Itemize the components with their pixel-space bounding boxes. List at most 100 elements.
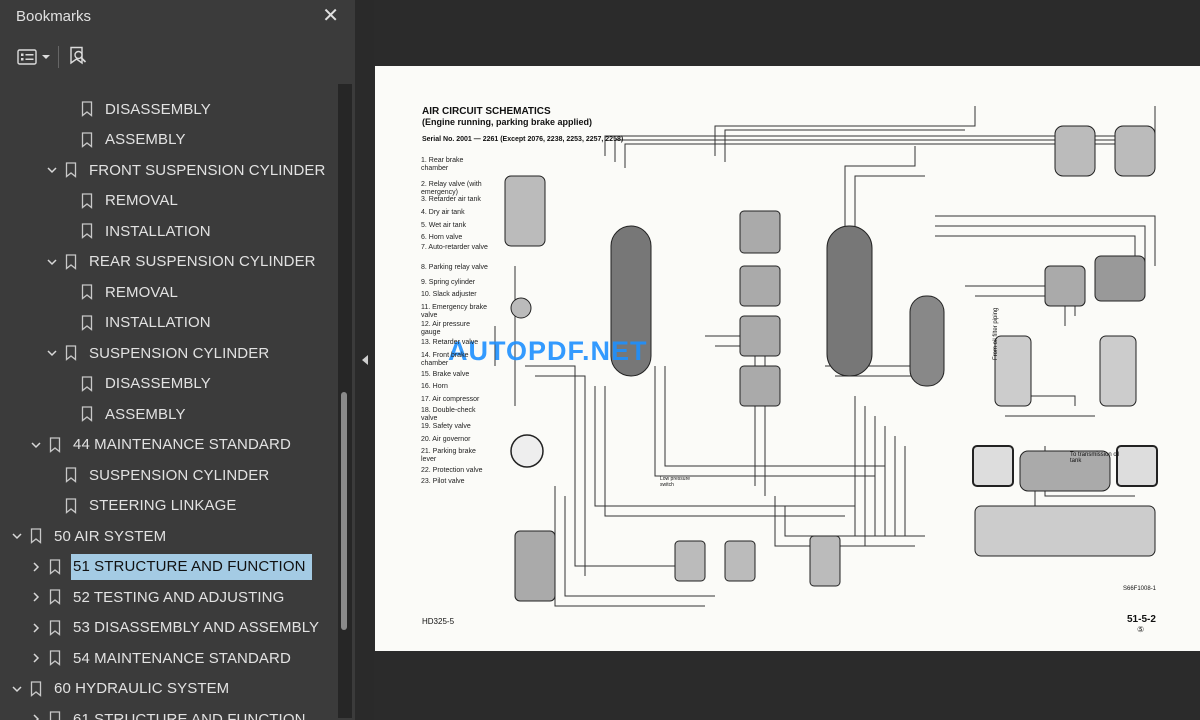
bookmark-row[interactable]: 61 STRUCTURE AND FUNCTION: [0, 705, 336, 720]
bookmark-row[interactable]: 44 MAINTENANCE STANDARD: [0, 431, 336, 459]
close-icon[interactable]: ✕: [322, 4, 339, 28]
bookmarks-toolbar: [0, 38, 355, 78]
legend-item: 9. Spring cylinder: [421, 279, 476, 286]
bookmark-row[interactable]: REMOVAL: [0, 278, 336, 306]
bookmark-row[interactable]: 54 MAINTENANCE STANDARD: [0, 644, 336, 672]
bookmark-icon: [30, 680, 44, 698]
legend-item: 7. Auto-retarder valve: [421, 244, 488, 251]
chevron-down-icon[interactable]: [45, 346, 59, 360]
chevron-down-icon[interactable]: [45, 255, 59, 269]
legend-item: 14. Front brake chamber: [421, 352, 469, 367]
bookmark-row[interactable]: SUSPENSION CYLINDER: [0, 339, 336, 367]
bookmark-row[interactable]: 51 STRUCTURE AND FUNCTION: [0, 553, 336, 581]
bookmark-row[interactable]: DISASSEMBLY: [0, 370, 336, 398]
bookmark-icon: [65, 253, 79, 271]
bookmark-label: INSTALLATION: [105, 222, 211, 240]
bookmark-options-button[interactable]: [16, 44, 51, 70]
legend-item: 18. Double-check valve: [421, 407, 476, 422]
bookmark-row[interactable]: 60 HYDRAULIC SYSTEM: [0, 675, 336, 703]
doc-serial: Serial No. 2001 — 2261 (Except 2076, 223…: [422, 136, 624, 143]
legend-item: 3. Retarder air tank: [421, 196, 481, 203]
bookmark-row[interactable]: ASSEMBLY: [0, 126, 336, 154]
bookmark-row[interactable]: INSTALLATION: [0, 309, 336, 337]
bookmark-label: INSTALLATION: [105, 314, 211, 331]
bookmark-row[interactable]: DISASSEMBLY: [0, 95, 336, 123]
note-low-pressure: Low pressure switch: [660, 476, 691, 488]
page-number: 51-5-2: [1127, 614, 1156, 625]
bookmark-row[interactable]: 53 DISASSEMBLY AND ASSEMBLY: [0, 614, 336, 642]
bookmark-icon: [65, 344, 79, 362]
doc-subtitle: (Engine running, parking brake applied): [422, 117, 593, 127]
scrollbar-thumb[interactable]: [341, 392, 347, 630]
chevron-right-icon[interactable]: [29, 621, 43, 635]
legend-item: 11. Emergency brake valve: [421, 304, 488, 319]
bookmarks-panel: Bookmarks ✕ DISASSEMBLY ASSEMBLY FRONT S…: [0, 0, 355, 720]
legend-item: 17. Air compressor: [421, 396, 480, 403]
chevron-down-icon[interactable]: [10, 529, 24, 543]
bookmark-icon: [49, 558, 63, 576]
bookmark-label: 44 MAINTENANCE STANDARD: [73, 436, 291, 453]
legend-item: 20. Air governor: [421, 436, 471, 443]
bookmark-label: FRONT SUSPENSION CYLINDER: [89, 161, 326, 179]
bookmark-row[interactable]: FRONT SUSPENSION CYLINDER: [0, 156, 336, 184]
bookmark-label: 50 AIR SYSTEM: [54, 527, 167, 545]
chevron-down-icon[interactable]: [10, 682, 24, 696]
bookmark-label: ASSEMBLY: [105, 131, 186, 148]
chevron-right-icon[interactable]: [29, 712, 43, 720]
bookmark-icon: [81, 314, 95, 332]
bookmark-label: DISASSEMBLY: [105, 375, 211, 392]
bookmarks-title: Bookmarks: [16, 8, 92, 25]
bookmark-label: 52 TESTING AND ADJUSTING: [73, 588, 285, 606]
legend-item: 6. Horn valve: [421, 234, 463, 241]
bookmark-label: 61 STRUCTURE AND FUNCTION: [73, 710, 306, 720]
legend-item: 16. Horn: [421, 383, 448, 390]
bookmark-label: ASSEMBLY: [105, 405, 186, 423]
bookmark-label: REMOVAL: [105, 192, 178, 209]
bookmark-tree: DISASSEMBLY ASSEMBLY FRONT SUSPENSION CYLI…: [0, 80, 336, 720]
bookmark-label: REMOVAL: [105, 283, 178, 301]
chevron-down-icon[interactable]: [29, 438, 43, 452]
bookmark-row[interactable]: REMOVAL: [0, 187, 336, 215]
bookmark-row[interactable]: 50 AIR SYSTEM: [0, 522, 336, 550]
chevron-right-icon[interactable]: [29, 560, 43, 574]
bookmark-icon: [49, 588, 63, 606]
bookmark-icon: [81, 283, 95, 301]
bookmark-row[interactable]: SUSPENSION CYLINDER: [0, 461, 336, 489]
chevron-right-icon[interactable]: [29, 651, 43, 665]
chevron-down-icon: [42, 55, 50, 59]
legend-item: 12. Air pressure gauge: [421, 321, 471, 336]
bookmark-icon: [81, 100, 95, 118]
bookmark-row[interactable]: REAR SUSPENSION CYLINDER: [0, 248, 336, 276]
bookmark-row[interactable]: ASSEMBLY: [0, 400, 336, 428]
legend-item: 19. Safety valve: [421, 423, 471, 430]
legend-item: 8. Parking relay valve: [421, 264, 488, 271]
legend-item: 15. Brake valve: [421, 371, 470, 378]
bookmark-label: 53 DISASSEMBLY AND ASSEMBLY: [73, 619, 320, 636]
legend-item: 4. Dry air tank: [421, 209, 465, 216]
legend-item: 23. Pilot valve: [421, 478, 465, 485]
bookmark-row[interactable]: STEERING LINKAGE: [0, 492, 336, 520]
revision-mark: ⑤: [1137, 625, 1145, 634]
chevron-down-icon[interactable]: [45, 163, 59, 177]
bookmark-label: SUSPENSION CYLINDER: [89, 466, 270, 484]
model-label: HD325-5: [422, 617, 455, 626]
triangle-left-icon: [361, 355, 368, 365]
note-transmission: To transmission oil tank: [1070, 452, 1120, 464]
bookmark-row[interactable]: 52 TESTING AND ADJUSTING: [0, 583, 336, 611]
bookmark-label: DISASSEMBLY: [105, 100, 211, 118]
legend-item: 21. Parking brake lever: [421, 448, 476, 463]
bookmark-icon: [30, 527, 44, 545]
chevron-right-icon[interactable]: [29, 590, 43, 604]
legend-item: 13. Retarder valve: [421, 339, 479, 346]
collapse-panel-button[interactable]: [355, 0, 374, 720]
find-bookmark-button[interactable]: [68, 44, 88, 70]
bookmark-row[interactable]: INSTALLATION: [0, 217, 336, 245]
